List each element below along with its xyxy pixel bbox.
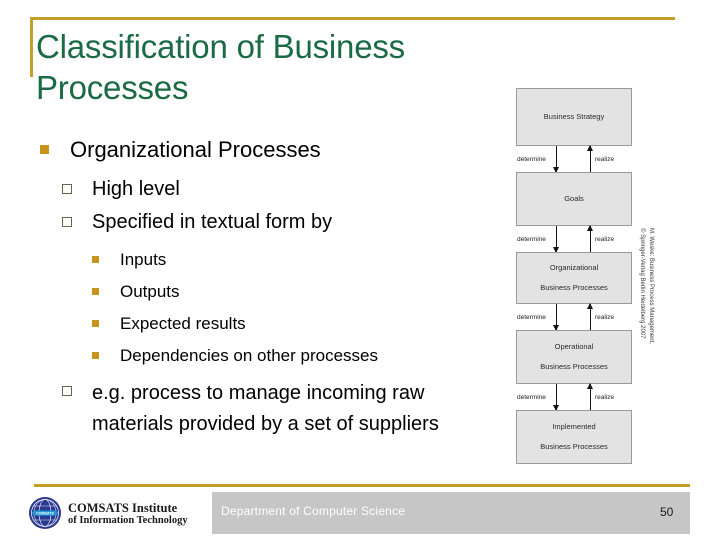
bullet-level2-label: Specified in textual form by [92, 211, 333, 233]
connector-determine-label: determine [517, 314, 546, 321]
svg-text:COMSATS: COMSATS [36, 512, 54, 516]
comsats-logo-line1: COMSATS Institute [68, 501, 178, 515]
arrow-up-icon [587, 303, 593, 330]
footer-rule [34, 484, 690, 487]
diagram-box-line1: Implemented [552, 422, 596, 431]
diagram-connector: determine realize [516, 145, 632, 173]
small-square-bullet-icon [92, 288, 99, 295]
bullet-level3-label: Outputs [120, 282, 180, 301]
title-rule-top [30, 17, 675, 20]
diagram-box-line2: Business Processes [540, 283, 608, 292]
attribution-line1: M. Weske: Business Process Management, [648, 228, 654, 344]
arrow-up-icon [587, 145, 593, 172]
connector-realize-label: realize [595, 236, 615, 243]
footer-department-label: Department of Computer Science [221, 504, 406, 518]
arrow-down-icon [553, 146, 559, 173]
arrow-down-icon [553, 304, 559, 331]
diagram-box-goals: Goals [516, 172, 632, 226]
bullet-level2-specified: Specified in textual form by [62, 209, 492, 236]
diagram-connector: determine realize [516, 225, 632, 253]
arrow-up-icon [587, 225, 593, 252]
hollow-square-bullet-icon [62, 184, 72, 194]
comsats-logo-line2: of Information Technology [68, 515, 188, 526]
page-number: 50 [660, 505, 674, 519]
globe-logo-icon: COMSATS [29, 497, 61, 529]
diagram-box-line1: Business Strategy [543, 112, 605, 121]
title-rule-left [30, 17, 33, 77]
bullet-level3-outputs: Outputs [92, 281, 492, 303]
bullet-level3-label: Expected results [120, 314, 246, 333]
process-hierarchy-diagram: Business Strategy determine realize Goal… [516, 88, 634, 464]
small-square-bullet-icon [92, 320, 99, 327]
diagram-box-line1: Organizational [549, 263, 599, 272]
bullet-level2-label: High level [92, 178, 180, 200]
diagram-box-organizational-business-processes: Organizational Business Processes [516, 252, 632, 304]
bullet-level3-dependencies: Dependencies on other processes [92, 345, 492, 367]
diagram-box-operational-business-processes: Operational Business Processes [516, 330, 632, 384]
connector-realize-label: realize [595, 394, 615, 401]
bullet-level2-label: e.g. process to manage incoming raw mate… [92, 382, 439, 435]
small-square-bullet-icon [92, 352, 99, 359]
connector-determine-label: determine [517, 236, 546, 243]
page-title: Classification of Business Processes [36, 28, 405, 106]
diagram-connector: determine realize [516, 383, 632, 411]
diagram-box-line1: Goals [564, 194, 584, 203]
bullet-level2-high-level: High level [62, 176, 492, 203]
connector-determine-label: determine [517, 394, 546, 401]
slide-canvas: Classification of Business Processes Org… [0, 0, 720, 540]
connector-realize-label: realize [595, 314, 615, 321]
diagram-box-implemented-business-processes: Implemented Business Processes [516, 410, 632, 464]
small-square-bullet-icon [92, 256, 99, 263]
connector-determine-label: determine [517, 156, 546, 163]
bullet-level1-label: Organizational Processes [70, 137, 321, 162]
arrow-down-icon [553, 226, 559, 253]
square-bullet-icon [40, 145, 49, 154]
bullet-level3-label: Inputs [120, 250, 167, 269]
diagram-box-line1: Operational [554, 342, 594, 351]
bullet-level3-label: Dependencies on other processes [120, 346, 378, 365]
comsats-logo-text: COMSATS Institute of Information Technol… [68, 501, 188, 527]
attribution-line2: © Springer-Verlag Berlin Heidelberg 2007 [639, 228, 646, 339]
connector-realize-label: realize [595, 156, 615, 163]
diagram-box-line2: Business Processes [540, 362, 608, 371]
comsats-logo: COMSATS COMSATS Institute of Information… [28, 494, 203, 532]
hollow-square-bullet-icon [62, 386, 72, 396]
diagram-box-line2: Business Processes [540, 442, 608, 451]
diagram-attribution: M. Weske: Business Process Management, ©… [638, 228, 655, 388]
bullet-level3-expected-results: Expected results [92, 313, 492, 335]
bullet-level2-example: e.g. process to manage incoming raw mate… [62, 378, 482, 440]
diagram-connector: determine realize [516, 303, 632, 331]
bullet-level3-inputs: Inputs [92, 249, 492, 271]
diagram-box-business-strategy: Business Strategy [516, 88, 632, 146]
arrow-up-icon [587, 383, 593, 410]
hollow-square-bullet-icon [62, 217, 72, 227]
arrow-down-icon [553, 384, 559, 411]
bullet-level1: Organizational Processes [40, 136, 490, 164]
